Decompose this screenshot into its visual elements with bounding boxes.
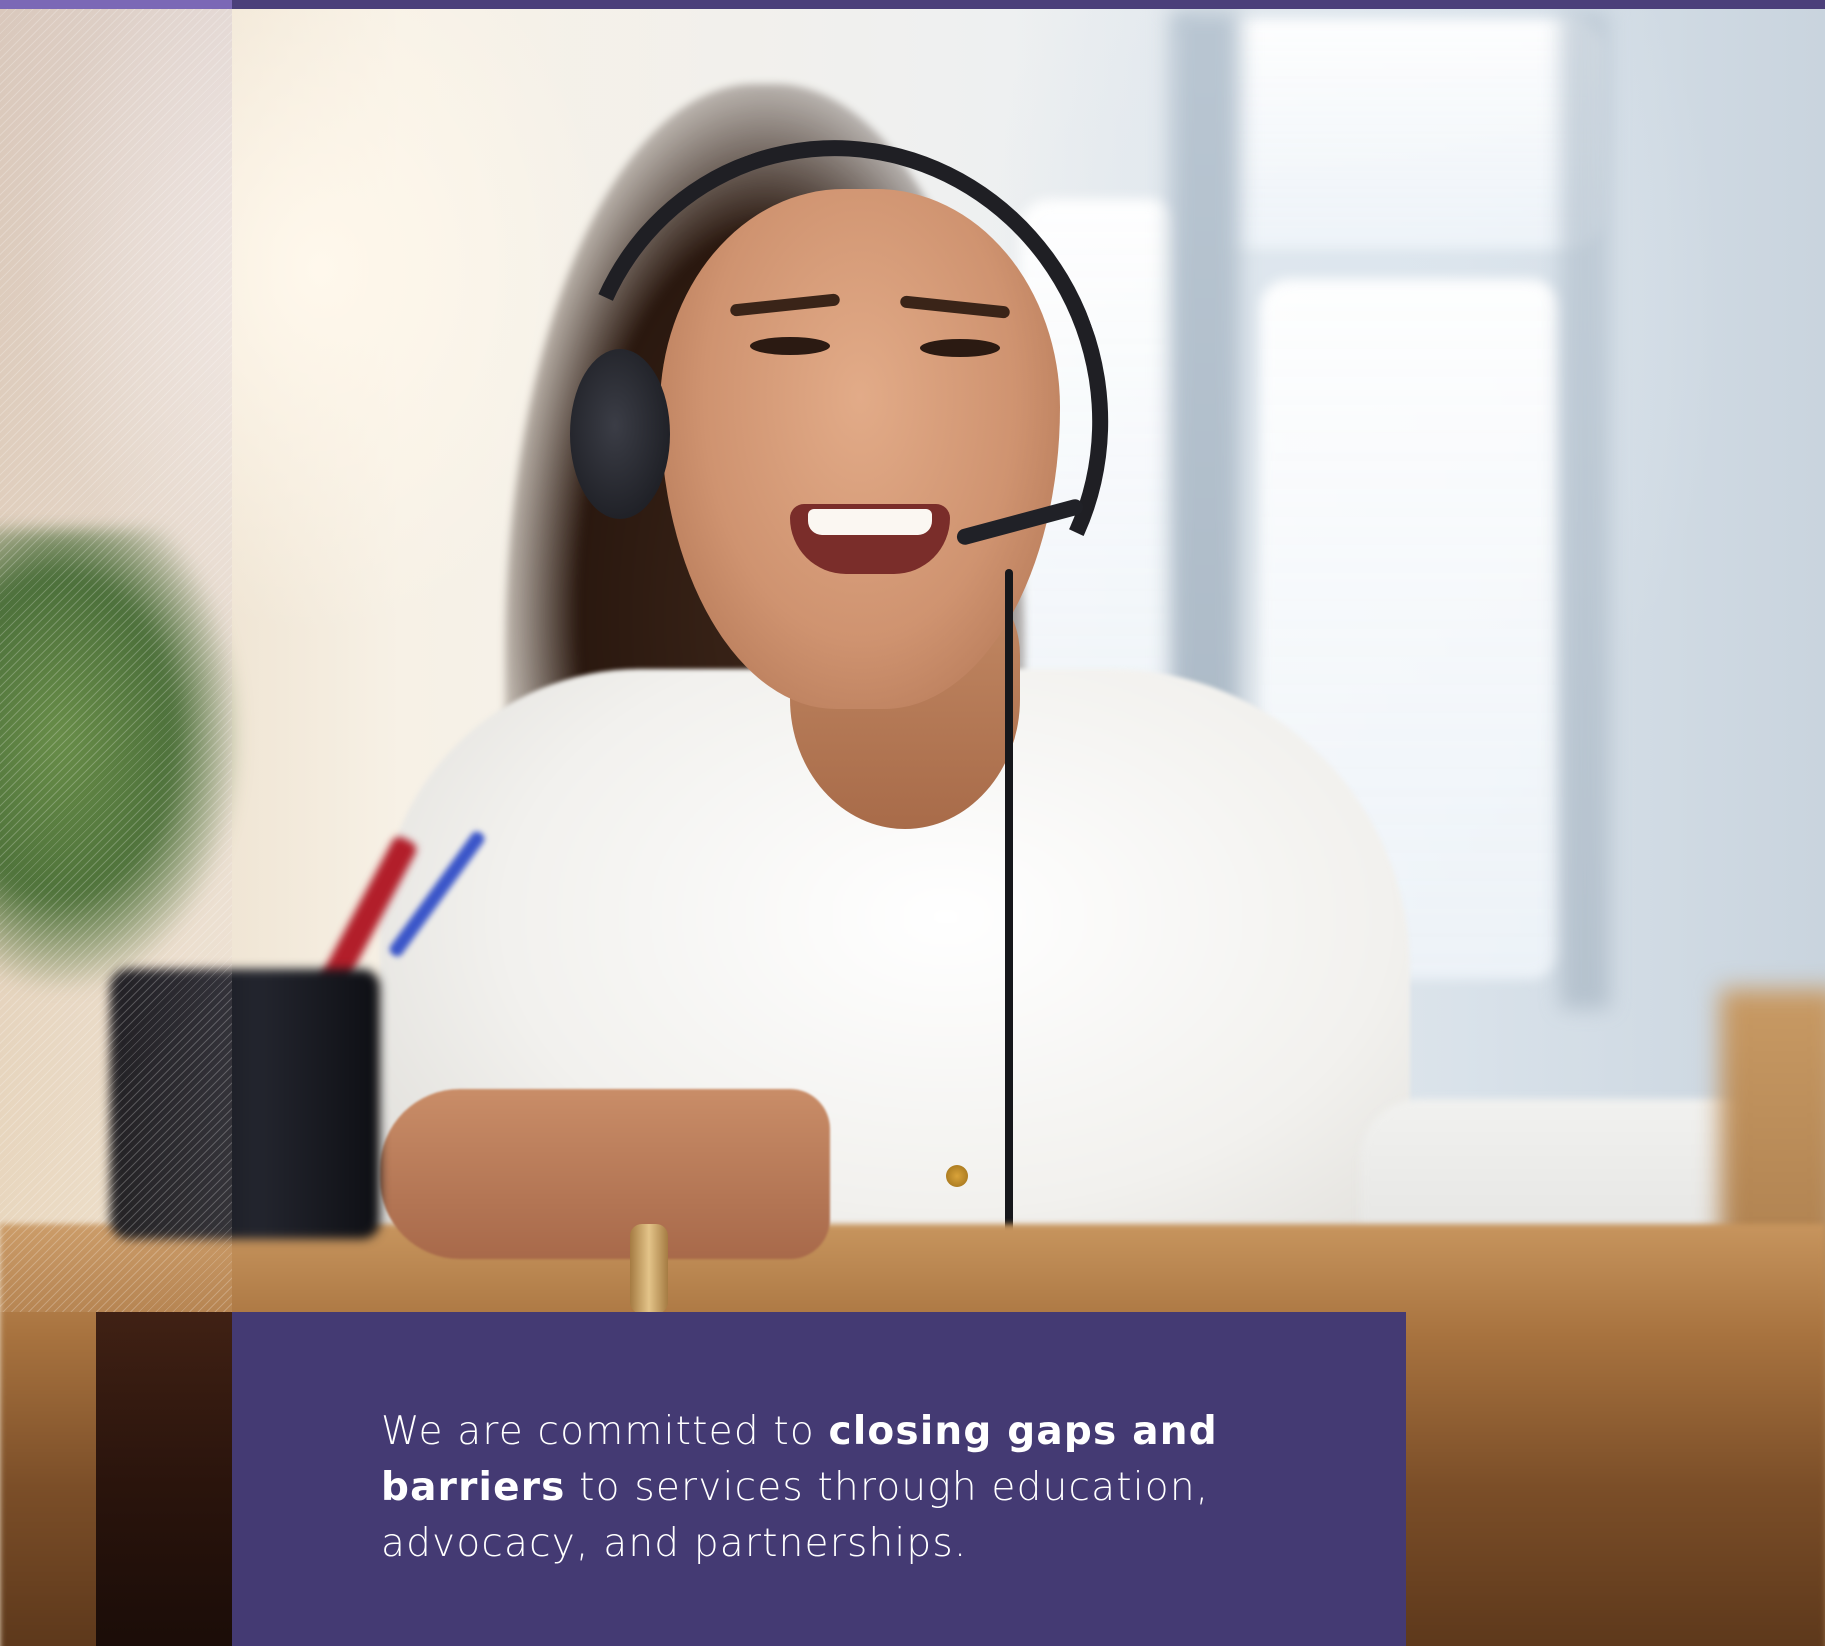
page: We are committed to closing gaps and bar…: [0, 0, 1825, 1646]
headset-cord: [1005, 569, 1013, 1269]
bracelet: [630, 1224, 668, 1314]
top-accent-bar-left-segment: [0, 0, 232, 9]
mission-statement-panel: We are committed to closing gaps and bar…: [232, 1312, 1406, 1646]
top-accent-bar: [0, 0, 1825, 9]
hatched-overlay: [0, 9, 232, 1312]
headset-earcup: [570, 349, 670, 519]
window-pane: [1180, 19, 1600, 249]
person-arm: [380, 1089, 830, 1259]
window-pillar: [1560, 9, 1610, 1009]
shirt-button: [946, 1165, 968, 1187]
dark-corner-block: [96, 1312, 232, 1646]
mission-text-lead: We are committed to: [381, 1409, 829, 1454]
mission-statement-text: We are committed to closing gaps and bar…: [381, 1404, 1261, 1572]
